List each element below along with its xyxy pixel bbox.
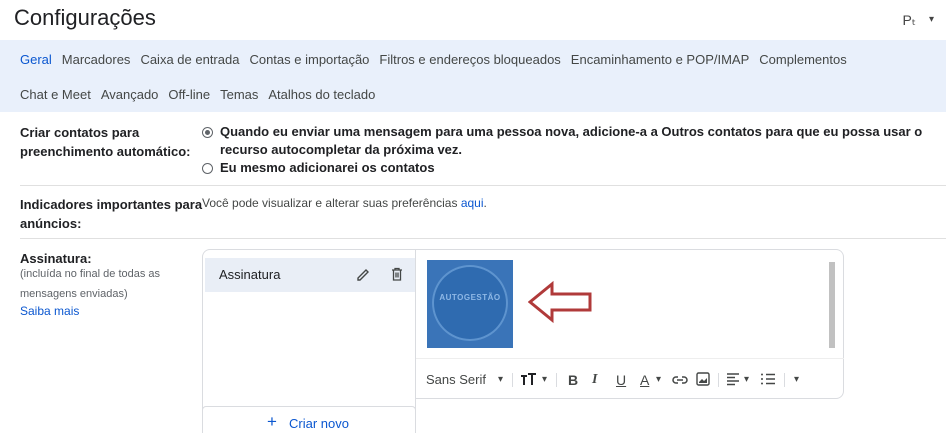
tab-encaminhamento[interactable]: Encaminhamento e POP/IMAP [571, 52, 749, 67]
toolbar-separator [784, 373, 785, 387]
contacts-manual-option[interactable]: Eu mesmo adicionarei os contatos [220, 159, 435, 177]
tab-avancado[interactable]: Avançado [101, 87, 159, 102]
contacts-auto-option-line2: recurso autocompletar da próxima vez. [220, 142, 463, 157]
tab-complementos[interactable]: Complementos [759, 52, 846, 67]
chevron-down-icon[interactable]: ▾ [929, 14, 934, 25]
tab-marcadores[interactable]: Marcadores [62, 52, 131, 67]
divider [20, 238, 946, 239]
chevron-down-icon[interactable]: ▾ [744, 374, 749, 385]
page-title: Configurações [14, 5, 156, 30]
bold-button[interactable]: B [568, 372, 578, 388]
contacts-label: Criar contatos para preenchimento automá… [20, 123, 190, 161]
signature-hint-line2: mensagens enviadas) [20, 288, 128, 300]
create-new-signature-button[interactable]: + Criar novo [202, 406, 416, 433]
signature-hint: (incluída no final de todas as mensagens… [20, 264, 160, 304]
logo-emblem: AUTOGESTÃO [432, 265, 508, 341]
align-icon[interactable] [726, 372, 740, 386]
indicators-label-line1: Indicadores importantes para [20, 197, 203, 212]
contacts-manual-radio[interactable] [202, 163, 213, 174]
contacts-label-line2: preenchimento automático: [20, 144, 191, 159]
indicators-label-line2: anúncios: [20, 216, 82, 231]
text-color-button[interactable]: A [640, 372, 649, 388]
divider [20, 185, 946, 186]
tab-contas-e-importacao[interactable]: Contas e importação [249, 52, 369, 67]
signature-name: Assinatura [219, 267, 281, 282]
settings-page: Configurações Pₜ ▾ Geral Marcadores Caix… [0, 0, 946, 433]
toolbar-separator [556, 373, 557, 387]
signature-editor[interactable]: AUTOGESTÃO Sans Serif ▾ ▾ B I U A ▾ ▾ ▾ [416, 249, 844, 399]
contacts-auto-radio[interactable] [202, 127, 213, 138]
signature-list-item[interactable]: Assinatura [205, 258, 415, 292]
signature-logo-image: AUTOGESTÃO [427, 260, 513, 348]
indicators-text-line: Você pode visualizar e alterar suas pref… [202, 196, 487, 210]
logo-text: AUTOGESTÃO [439, 293, 501, 302]
font-family-select[interactable]: Sans Serif [426, 372, 486, 387]
chevron-down-icon[interactable]: ▾ [498, 374, 503, 385]
indicators-text: Você pode visualizar e alterar suas pref… [202, 196, 458, 210]
learn-more-link[interactable]: Saiba mais [20, 304, 79, 318]
tab-temas[interactable]: Temas [220, 87, 258, 102]
contacts-label-line1: Criar contatos para [20, 125, 140, 140]
indicators-period: . [483, 196, 487, 210]
input-tools-button[interactable]: Pₜ [903, 12, 916, 29]
tabs-row-2: Chat e Meet Avançado Off-line Temas Atal… [20, 87, 385, 102]
create-new-label: Criar novo [289, 416, 349, 431]
tab-atalhos[interactable]: Atalhos do teclado [268, 87, 375, 102]
contacts-auto-option-line1: Quando eu enviar uma mensagem para uma p… [220, 124, 923, 139]
plus-icon: + [267, 412, 277, 431]
chevron-down-icon[interactable]: ▾ [542, 374, 547, 385]
more-formatting-button[interactable]: ▾ [794, 374, 799, 385]
formatting-toolbar: Sans Serif ▾ ▾ B I U A ▾ ▾ ▾ [416, 358, 844, 400]
tabs-row-1: Geral Marcadores Caixa de entrada Contas… [20, 52, 857, 67]
underline-button[interactable]: U [616, 372, 626, 388]
arrow-left-icon [528, 280, 592, 324]
tab-chat-e-meet[interactable]: Chat e Meet [20, 87, 91, 102]
indicators-link[interactable]: aqui [461, 196, 484, 210]
settings-tabs: Geral Marcadores Caixa de entrada Contas… [0, 40, 946, 112]
tab-geral[interactable]: Geral [20, 52, 52, 67]
toolbar-separator [512, 373, 513, 387]
signature-hint-line1: (incluída no final de todas as [20, 268, 161, 280]
toolbar-separator [718, 373, 719, 387]
header: Configurações Pₜ ▾ [0, 0, 946, 40]
pencil-icon[interactable] [355, 267, 371, 283]
tab-caixa-de-entrada[interactable]: Caixa de entrada [140, 52, 239, 67]
contacts-auto-option[interactable]: Quando eu enviar uma mensagem para uma p… [220, 123, 922, 159]
link-icon[interactable] [672, 373, 688, 387]
font-size-icon[interactable] [520, 371, 538, 387]
insert-image-icon[interactable] [696, 372, 710, 386]
italic-button[interactable]: I [592, 372, 597, 388]
editor-scrollbar[interactable] [829, 262, 835, 348]
indicators-label: Indicadores importantes para anúncios: [20, 195, 202, 233]
tab-off-line[interactable]: Off-line [168, 87, 210, 102]
numbered-list-icon[interactable] [760, 372, 776, 386]
trash-icon[interactable] [389, 266, 405, 282]
tab-filtros[interactable]: Filtros e endereços bloqueados [379, 52, 560, 67]
signature-list: Assinatura [202, 249, 416, 427]
chevron-down-icon[interactable]: ▾ [656, 374, 661, 385]
